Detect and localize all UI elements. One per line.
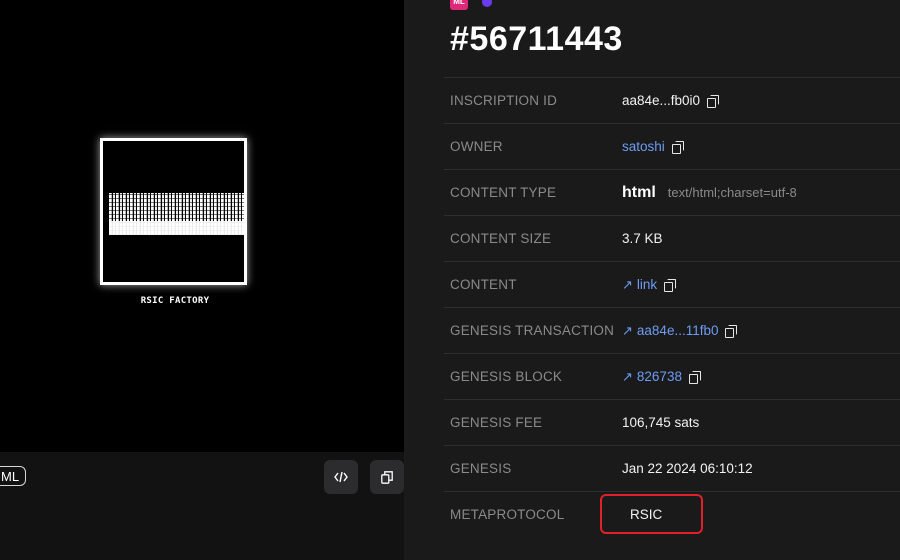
genesis-date-value: Jan 22 2024 06:10:12 [622,461,753,476]
copy-icon[interactable] [725,324,738,338]
external-link-icon: ↗ [622,276,633,292]
row-content: CONTENT ↗ link [444,261,900,307]
row-label: CONTENT [450,277,517,292]
external-link-icon: ↗ [622,368,633,384]
row-label: METAPROTOCOL [450,507,565,522]
status-dot-icon [482,0,492,7]
copy-icon[interactable] [671,140,684,154]
header-badges: ML [450,0,492,10]
inscription-id-value: aa84e...fb0i0 [622,93,701,108]
inscription-number-title: #56711443 [450,20,623,58]
row-label: CONTENT SIZE [450,231,552,246]
row-content-type: CONTENT TYPE html text/html;charset=utf-8 [444,169,900,215]
row-genesis-fee: GENESIS FEE 106,745 sats [444,399,900,445]
content-type-mime: text/html;charset=utf-8 [667,185,797,200]
row-label: CONTENT TYPE [450,185,557,200]
row-label: GENESIS TRANSACTION [450,323,615,338]
content-type-value: html [622,183,656,201]
details-table: INSCRIPTION ID aa84e...fb0i0 OWNER satos… [444,77,900,537]
copy-icon[interactable] [688,370,701,384]
inscription-preview[interactable]: RSIC FACTORY [0,0,404,452]
row-owner: OWNER satoshi [444,123,900,169]
content-link[interactable]: link [637,277,657,292]
row-label: GENESIS BLOCK [450,369,563,384]
preview-caption: RSIC FACTORY [140,296,210,306]
code-icon [334,471,348,483]
row-genesis: GENESIS Jan 22 2024 06:10:12 [444,445,900,491]
row-label: OWNER [450,139,503,154]
metaprotocol-value: RSIC [630,507,663,522]
row-label: GENESIS [450,461,512,476]
details-panel: ML #56711443 INSCRIPTION ID aa84e...fb0i… [404,0,900,560]
preview-panel: RSIC FACTORY ML [0,0,404,560]
genesis-transaction-link[interactable]: aa84e...11fb0 [637,323,719,338]
copy-icon[interactable] [707,94,720,108]
row-genesis-block: GENESIS BLOCK ↗ 826738 [444,353,900,399]
row-metaprotocol: METAPROTOCOL RSIC [444,491,900,537]
view-code-button[interactable] [324,460,358,494]
row-content-size: CONTENT SIZE 3.7 KB [444,215,900,261]
content-type-chip: ML [0,466,27,486]
genesis-block-link[interactable]: 826738 [637,369,682,384]
collection-badge[interactable]: ML [450,0,468,10]
row-genesis-transaction: GENESIS TRANSACTION ↗ aa84e...11fb0 [444,307,900,353]
owner-link[interactable]: satoshi [622,139,665,154]
row-label: INSCRIPTION ID [450,93,558,108]
external-link-icon: ↗ [622,322,633,338]
copy-content-button[interactable] [370,460,404,494]
copy-icon [381,470,393,484]
preview-glyph-art [109,193,244,235]
genesis-fee-value: 106,745 sats [622,415,700,430]
copy-icon[interactable] [664,278,677,292]
row-label: GENESIS FEE [450,415,543,430]
content-size-value: 3.7 KB [622,231,663,246]
row-inscription-id: INSCRIPTION ID aa84e...fb0i0 [444,77,900,123]
preview-image-frame [100,138,247,285]
